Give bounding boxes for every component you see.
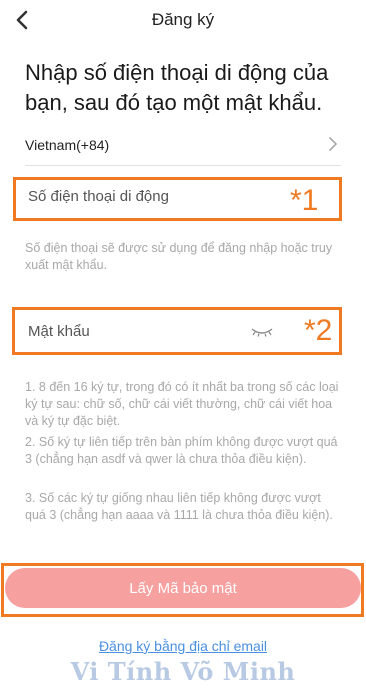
password-marker: *2 xyxy=(304,314,333,347)
password-rule: 1. 8 đến 16 ký tự, trong đó có ít nhất b… xyxy=(25,380,339,428)
phone-marker: *1 xyxy=(290,184,319,217)
phone-hint: Số điện thoại sẽ được sử dụng để đăng nh… xyxy=(25,241,333,272)
button-highlight-box xyxy=(1,563,364,617)
password-rule: 2. Số ký tự liên tiếp trên bàn phím khôn… xyxy=(25,435,338,466)
password-highlight-box xyxy=(12,307,342,355)
password-rule: 3. Số các ký tự giống nhau liên tiếp khô… xyxy=(25,491,333,522)
watermark: Vi Tính Võ Minh xyxy=(70,657,296,686)
chevron-right-icon xyxy=(329,137,338,151)
country-label: Vietnam(+84) xyxy=(25,137,110,153)
country-selector[interactable]: Vietnam(+84) xyxy=(25,132,345,158)
page-title: Đăng ký xyxy=(151,10,215,29)
register-with-email-link[interactable]: Đăng ký bằng địa chỉ email xyxy=(0,638,366,654)
country-divider xyxy=(25,165,341,166)
instruction-heading: Nhập số điện thoại di động của bạn, sau … xyxy=(25,60,329,115)
